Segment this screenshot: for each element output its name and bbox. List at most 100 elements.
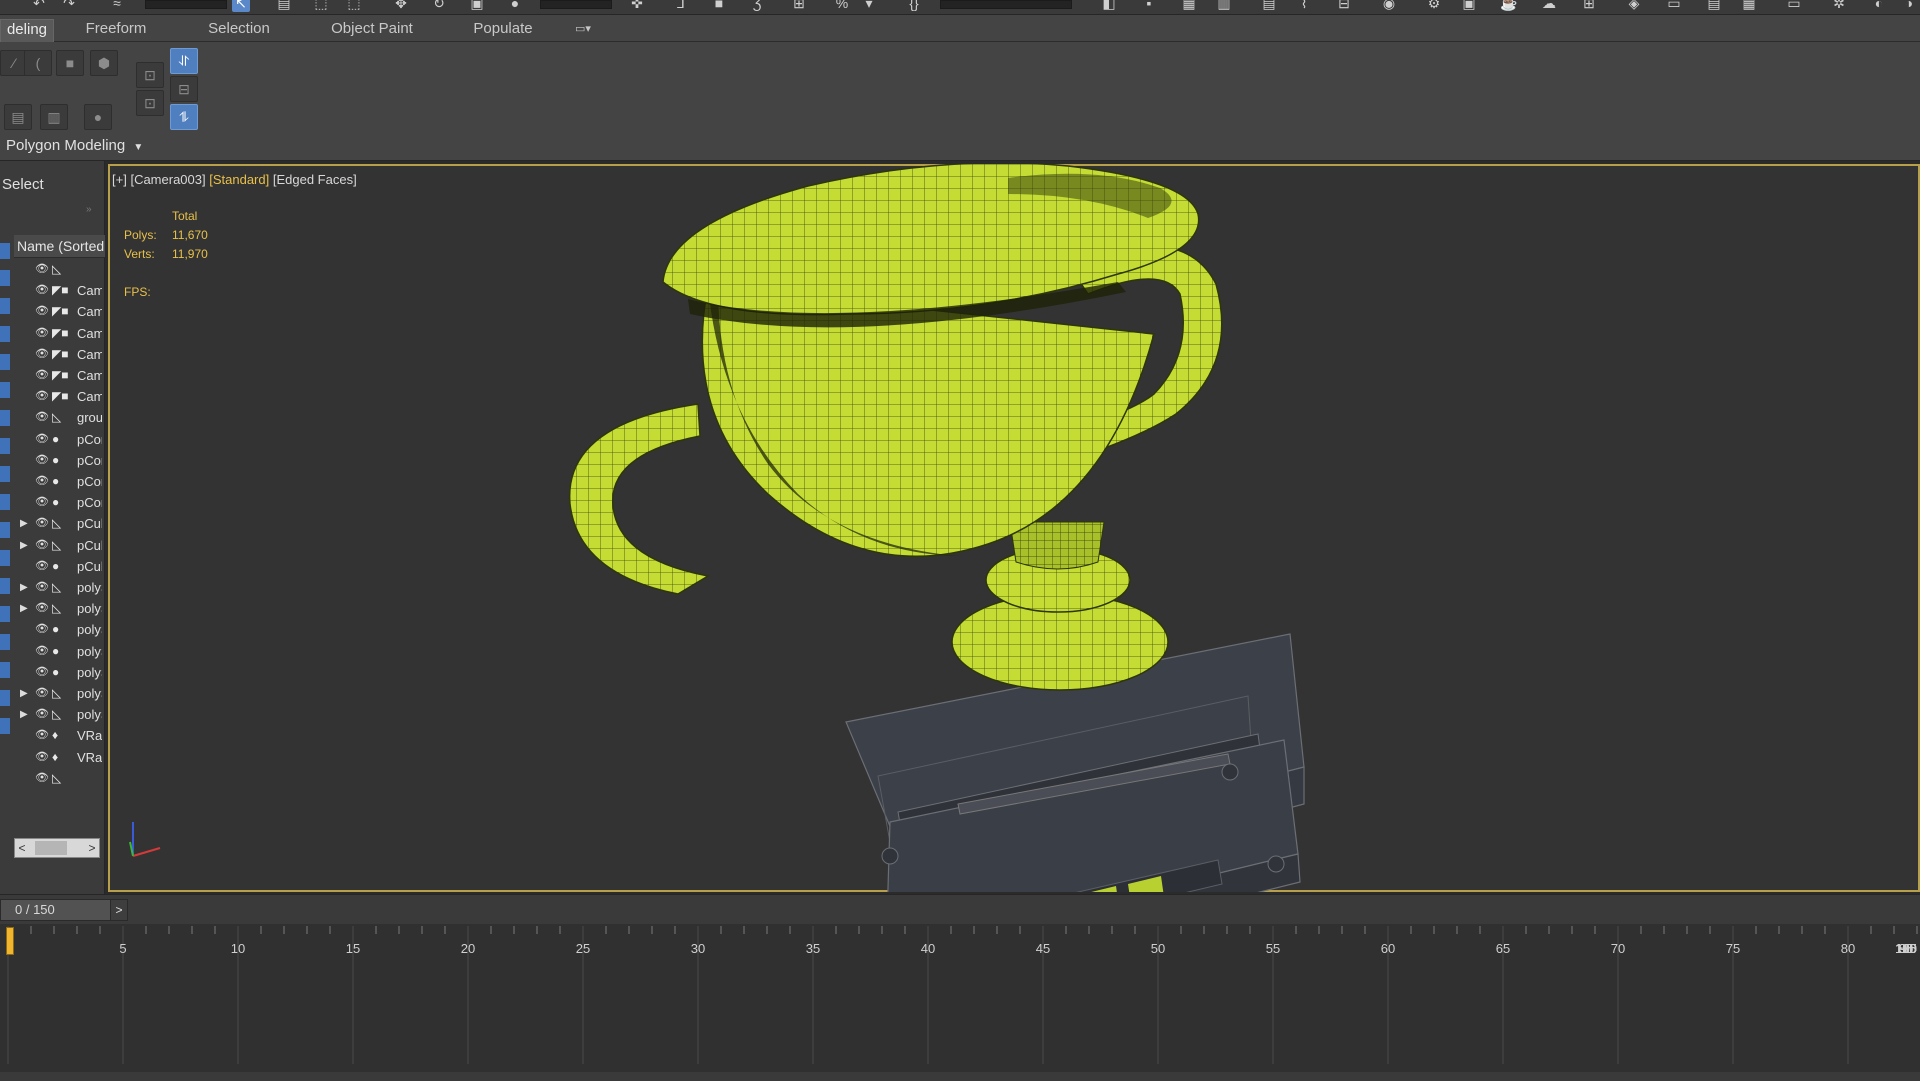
preserve-uvs-icon[interactable]: ⊡ xyxy=(136,62,164,88)
visibility-eye-icon[interactable]: 👁 xyxy=(35,365,49,386)
list-item[interactable]: 👁◤■ Camera006 xyxy=(14,386,102,407)
list-item[interactable]: 👁 ◺ xyxy=(14,768,102,789)
explorer-filter-icon[interactable] xyxy=(0,522,10,538)
collapse-stack-icon[interactable]: ▤ xyxy=(4,104,32,130)
tab-populate[interactable]: Populate xyxy=(444,19,562,41)
schematic-view-icon[interactable]: ⊟ xyxy=(1335,0,1353,12)
explorer-filter-icon[interactable] xyxy=(0,550,10,566)
list-item[interactable]: ▶ 👁◺ polySurface1 xyxy=(14,577,102,598)
vray-dome-icon[interactable]: ◑ xyxy=(1900,0,1918,12)
list-item[interactable]: ▶ 👁◺ polySurface6 xyxy=(14,683,102,704)
visibility-eye-icon[interactable]: 👁 xyxy=(35,577,49,598)
explorer-filter-icon[interactable] xyxy=(0,354,10,370)
placement-icon[interactable]: ● xyxy=(506,0,524,12)
tab-object-paint[interactable]: Object Paint xyxy=(310,19,434,41)
visibility-eye-icon[interactable]: 👁 xyxy=(35,259,49,280)
list-item[interactable]: 👁◤■ Camera001 xyxy=(14,280,102,301)
list-item[interactable]: 👁● pCone3 xyxy=(14,471,102,492)
list-item[interactable]: ▶ 👁◺ pCube2 xyxy=(14,535,102,556)
list-item[interactable]: ▶ 👁◺ polySurface2 xyxy=(14,598,102,619)
explorer-filter-icon[interactable] xyxy=(0,634,10,650)
visibility-eye-icon[interactable]: 👁 xyxy=(35,683,49,704)
list-item[interactable]: 👁◤■ Camera002 xyxy=(14,301,102,322)
scroll-left-icon[interactable]: < xyxy=(15,839,29,857)
panel-collapse-icon[interactable]: » xyxy=(86,204,92,215)
a360-icon[interactable]: ⊞ xyxy=(1580,0,1598,12)
visibility-eye-icon[interactable]: 👁 xyxy=(35,513,49,534)
angle-snap-icon[interactable]: ■ xyxy=(710,0,728,12)
visibility-eye-icon[interactable]: 👁 xyxy=(35,407,49,428)
ribbon-options-icon[interactable]: ▭▾ xyxy=(568,19,598,41)
unlink-icon[interactable]: ≈ xyxy=(108,0,126,12)
visibility-eye-icon[interactable]: 👁 xyxy=(35,323,49,344)
list-item[interactable]: 👁● polySurface5 xyxy=(14,662,102,683)
visibility-eye-icon[interactable]: 👁 xyxy=(35,301,49,322)
visibility-eye-icon[interactable]: 👁 xyxy=(35,386,49,407)
time-slider[interactable]: 0 / 150 xyxy=(0,899,112,921)
ribbon-toggle-icon[interactable]: ▤ xyxy=(1260,0,1278,12)
snap-toggle-icon[interactable]: ⅃ xyxy=(672,0,690,12)
mirror-icon[interactable]: ◧ xyxy=(1100,0,1118,12)
vray-sun-icon[interactable]: ✲ xyxy=(1830,0,1848,12)
render-in-cloud-icon[interactable]: ☁ xyxy=(1540,0,1558,12)
named-selection-sets-dropdown[interactable] xyxy=(940,0,1072,9)
visibility-eye-icon[interactable]: 👁 xyxy=(35,450,49,471)
list-item[interactable]: ▶ 👁◺ pCube1 xyxy=(14,513,102,534)
visibility-eye-icon[interactable]: 👁 xyxy=(35,492,49,513)
edit-named-selection-icon[interactable]: {} xyxy=(905,0,923,12)
explorer-filter-icon[interactable] xyxy=(0,438,10,454)
explorer-filter-icon[interactable] xyxy=(0,410,10,426)
name-column-header[interactable]: Name (Sorted Ascending) xyxy=(14,235,105,258)
percent-snap-icon[interactable]: Ʒ xyxy=(748,0,766,12)
repeat-last-icon[interactable]: ⊡ xyxy=(136,90,164,116)
visibility-eye-icon[interactable]: 👁 xyxy=(35,556,49,577)
explorer-filter-icon[interactable] xyxy=(0,466,10,482)
explorer-filter-icon[interactable] xyxy=(0,298,10,314)
material-editor-icon[interactable]: ◉ xyxy=(1380,0,1398,12)
select-by-name-icon[interactable]: ▤ xyxy=(275,0,293,12)
list-item[interactable]: 👁♦ VRayLight002 xyxy=(14,747,102,768)
window-crossing-icon[interactable]: ⬚ xyxy=(345,0,363,12)
rect-selection-region-icon[interactable]: ⬚ xyxy=(312,0,330,12)
list-item[interactable]: 👁● pCone2 xyxy=(14,450,102,471)
explorer-filter-icon[interactable] xyxy=(0,382,10,398)
visibility-eye-icon[interactable]: 👁 xyxy=(35,598,49,619)
redo-icon[interactable]: ↷ xyxy=(60,0,78,12)
modify-mode-icon[interactable]: ▥ xyxy=(40,104,68,130)
visibility-eye-icon[interactable]: 👁 xyxy=(35,344,49,365)
tab-modeling[interactable]: deling xyxy=(0,19,54,42)
selection-filter-dropdown[interactable] xyxy=(145,0,227,9)
explorer-filter-icon[interactable] xyxy=(0,270,10,286)
scale-icon[interactable]: ▣ xyxy=(468,0,486,12)
use-soft-selection-icon[interactable]: ⬢ xyxy=(90,50,118,76)
explorer-filter-icon[interactable] xyxy=(0,718,10,734)
scrollbar-thumb[interactable] xyxy=(35,841,67,855)
explorer-filter-icon[interactable] xyxy=(0,606,10,622)
vray-camera-icon[interactable]: ◐ xyxy=(1870,0,1888,12)
spinner-snap-icon[interactable]: ⊞ xyxy=(790,0,808,12)
explorer-filter-icon[interactable] xyxy=(0,243,10,259)
curve-editor-icon[interactable]: ⌇ xyxy=(1295,0,1313,12)
align-icon[interactable]: ▪ xyxy=(1140,0,1158,12)
visibility-eye-icon[interactable]: 👁 xyxy=(35,704,49,725)
dropdown-arrow-icon[interactable]: ▾ xyxy=(860,0,878,12)
explorer-filter-icon[interactable] xyxy=(0,326,10,342)
visibility-eye-icon[interactable]: 👁 xyxy=(35,641,49,662)
list-item[interactable]: ▶ 👁◺ polySurface7 xyxy=(14,704,102,725)
visibility-eye-icon[interactable]: 👁 xyxy=(35,619,49,640)
pin-stack-icon[interactable]: ⥮ xyxy=(170,104,198,130)
expand-arrow-icon[interactable]: ▶ xyxy=(20,598,28,619)
by-angle-icon[interactable]: ⊟ xyxy=(170,76,198,102)
previous-modifier-icon[interactable]: ( xyxy=(24,50,52,76)
rendered-frame-window-icon[interactable]: ▣ xyxy=(1460,0,1478,12)
show-end-result-icon[interactable]: ● xyxy=(84,104,112,130)
explorer-filter-icon[interactable] xyxy=(0,578,10,594)
vray-toolbar-icon[interactable]: ▭ xyxy=(1785,0,1803,12)
tab-freeform[interactable]: Freeform xyxy=(56,19,176,41)
tab-selection[interactable]: Selection xyxy=(180,19,298,41)
visibility-eye-icon[interactable]: 👁 xyxy=(35,535,49,556)
time-cursor-handle[interactable] xyxy=(6,927,14,955)
rotate-icon[interactable]: ↻ xyxy=(430,0,448,12)
scene-explorer-scrollbar[interactable]: < > xyxy=(14,838,100,858)
render-setup-icon[interactable]: ⚙ xyxy=(1425,0,1443,12)
